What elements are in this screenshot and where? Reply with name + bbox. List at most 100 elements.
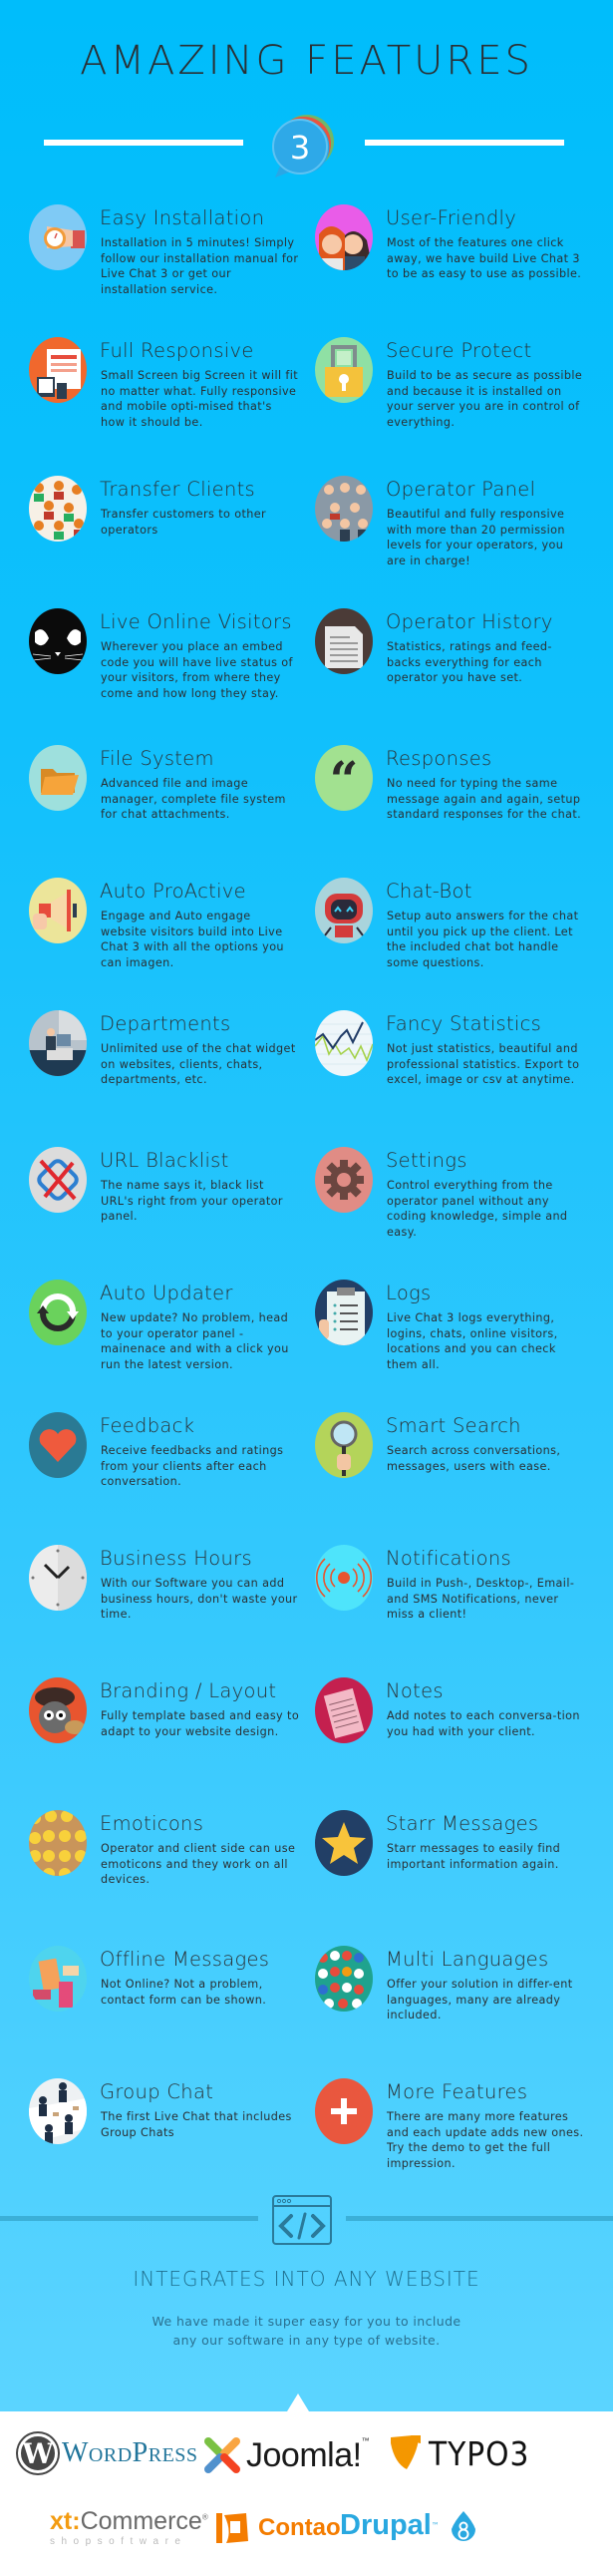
feature-title: Operator History	[386, 610, 553, 633]
feature-description: Operator and client side can use emotico…	[101, 1842, 296, 1886]
feature-description: There are many more features and each up…	[387, 2110, 584, 2170]
painter-raccoon-icon	[29, 1677, 87, 1743]
feature-departments: Departments Unlimited use of the chat wi…	[29, 1010, 318, 1130]
feature-title: Full Responsive	[100, 339, 254, 362]
feature-title: Settings	[386, 1149, 467, 1172]
feature-title: Branding / Layout	[100, 1679, 277, 1702]
feature-operator-history: Operator History Statistics, ratings and…	[315, 608, 604, 728]
live-chat-3-logo-icon: 3	[272, 115, 334, 178]
wordpress-logo: W WordPress	[18, 2433, 198, 2473]
joomla-text: Joomla!	[246, 2435, 362, 2474]
plus-icon[interactable]	[315, 2078, 373, 2144]
feature-secure-protect: Secure Protect Build to be as secure as …	[315, 337, 604, 457]
feature-title: Feedback	[100, 1414, 195, 1437]
joomla-icon	[204, 2437, 240, 2473]
feature-logs: Logs Live Chat 3 logs everything, logins…	[315, 1280, 604, 1399]
robot-icon	[315, 878, 373, 943]
feature-description: New update? No problem, head to your ope…	[101, 1311, 289, 1371]
feature-operator-panel: Operator Panel Beautiful and fully respo…	[315, 476, 604, 595]
feature-title: Group Chat	[100, 2080, 214, 2103]
joomla-logo: Joomla!™	[202, 2435, 370, 2475]
integrates-title: INTEGRATES INTO ANY WEBSITE	[133, 2267, 480, 2291]
feature-emoticons: Emoticons Operator and client side can u…	[29, 1810, 318, 1930]
feature-description: Starr messages to easily find important …	[387, 1842, 561, 1871]
feature-title: Offline Messages	[100, 1948, 270, 1971]
integrates-description-line: We have made it super easy for you to in…	[152, 2314, 461, 2329]
clipboard-icon	[315, 1280, 373, 1345]
feature-description: Not Online? Not a problem, contact form …	[101, 1978, 267, 2007]
quote-icon: “	[315, 745, 373, 811]
drupal-8-logo	[449, 2509, 478, 2545]
feature-business-hours: Business Hours With our Software you can…	[29, 1545, 318, 1664]
integrates-divider-right	[346, 2216, 613, 2221]
feature-description: Wherever you place an embed code you wil…	[101, 640, 293, 700]
typo3-icon	[391, 2435, 421, 2469]
svg-text:“: “	[330, 750, 359, 809]
feature-title: Multi Languages	[386, 1948, 549, 1971]
feature-feedback: Feedback Receive feedbacks and ratings f…	[29, 1412, 318, 1532]
clock-icon	[29, 1545, 87, 1611]
divider-left	[44, 140, 243, 146]
joomla-label: Joomla!™	[246, 2435, 370, 2475]
feature-description: Search across conversations, messages, u…	[387, 1444, 561, 1473]
crowd-icon	[29, 476, 87, 542]
feature-title: Departments	[100, 1012, 231, 1035]
feature-title: Smart Search	[386, 1414, 521, 1437]
feature-title: File System	[100, 747, 214, 770]
feature-title: Secure Protect	[386, 339, 532, 362]
heart-icon	[29, 1412, 87, 1478]
contao-icon	[216, 2513, 248, 2543]
feature-title: Logs	[386, 1282, 432, 1304]
cat-eyes-icon	[29, 608, 87, 674]
people-avatars-icon	[315, 204, 373, 270]
feature-title: More Features	[386, 2080, 528, 2103]
registered-mark: ®	[201, 2512, 208, 2522]
feature-responses: “ Responses No need for typing the same …	[315, 745, 604, 865]
feature-title: Starr Messages	[386, 1812, 539, 1835]
feature-url-blacklist: URL Blacklist The name says it, black li…	[29, 1147, 318, 1267]
divider-right	[365, 140, 564, 146]
responsive-devices-icon	[29, 337, 87, 403]
feature-title: Notes	[386, 1679, 444, 1702]
feature-description: Advanced file and image manager, complet…	[101, 777, 286, 821]
feature-title: Business Hours	[100, 1547, 252, 1570]
xtcommerce-subtitle: shopsoftware	[50, 2536, 187, 2547]
gear-icon	[315, 1147, 373, 1213]
feature-description: Engage and Auto engage website visitors …	[101, 910, 284, 969]
flags-icon	[315, 1946, 373, 2012]
feature-auto-updater: Auto Updater New update? No problem, hea…	[29, 1280, 318, 1399]
feature-description: Statistics, ratings and feed-backs every…	[387, 640, 552, 684]
platform-logos: W WordPress Joomla!™ TYPO3 xt:Commerce® …	[0, 2411, 613, 2576]
feature-user-friendly: User-Friendly Most of the features one c…	[315, 204, 604, 324]
feature-notifications: Notifications Build in Push-, Desktop-, …	[315, 1545, 604, 1664]
feature-description: The first Live Chat that includes Group …	[101, 2110, 292, 2139]
feature-description: With our Software you can add business h…	[101, 1577, 298, 1621]
feature-description: Installation in 5 minutes! Simply follow…	[101, 236, 299, 296]
feature-full-responsive: Full Responsive Small Screen big Screen …	[29, 337, 318, 457]
feature-title: Emoticons	[100, 1812, 204, 1835]
star-icon	[315, 1810, 373, 1876]
feature-group-chat: Group Chat The first Live Chat that incl…	[29, 2078, 318, 2198]
feature-description: Not just statistics, beautiful and profe…	[387, 1042, 580, 1086]
feature-description: The name says it, black list URL's right…	[101, 1179, 283, 1223]
blocked-link-icon	[29, 1147, 87, 1213]
feature-description: No need for typing the same message agai…	[387, 777, 582, 821]
operators-team-icon	[315, 476, 373, 542]
features-infographic: AMAZING FEATURES 3 Easy Installation Ins…	[0, 0, 613, 2411]
feature-title: Chat-Bot	[386, 880, 472, 903]
feature-description: Build to be as secure as possible and be…	[387, 369, 583, 429]
feature-fancy-statistics: Fancy Statistics Not just statistics, be…	[315, 1010, 604, 1130]
feature-description: Small Screen big Screen it will fit no m…	[101, 369, 299, 429]
feature-description: Receive feedbacks and ratings from your …	[101, 1444, 284, 1488]
stopwatch-hand-icon	[29, 204, 87, 270]
contao-label: Contao	[258, 2514, 341, 2541]
page-title: AMAZING FEATURES	[80, 38, 533, 84]
feature-auto-proactive: Auto ProActive Engage and Auto engage we…	[29, 878, 318, 997]
integrates-description: We have made it super easy for you to in…	[0, 2312, 613, 2350]
feature-title: URL Blacklist	[100, 1149, 229, 1172]
drupal-logo: Drupal ™	[340, 2509, 440, 2542]
feature-smart-search: Smart Search Search across conversations…	[315, 1412, 604, 1532]
feature-multi-languages: Multi Languages Offer your solution in d…	[315, 1946, 604, 2065]
feature-easy-installation: Easy Installation Installation in 5 minu…	[29, 204, 318, 324]
typo3-logo: TYPO3	[387, 2433, 529, 2473]
